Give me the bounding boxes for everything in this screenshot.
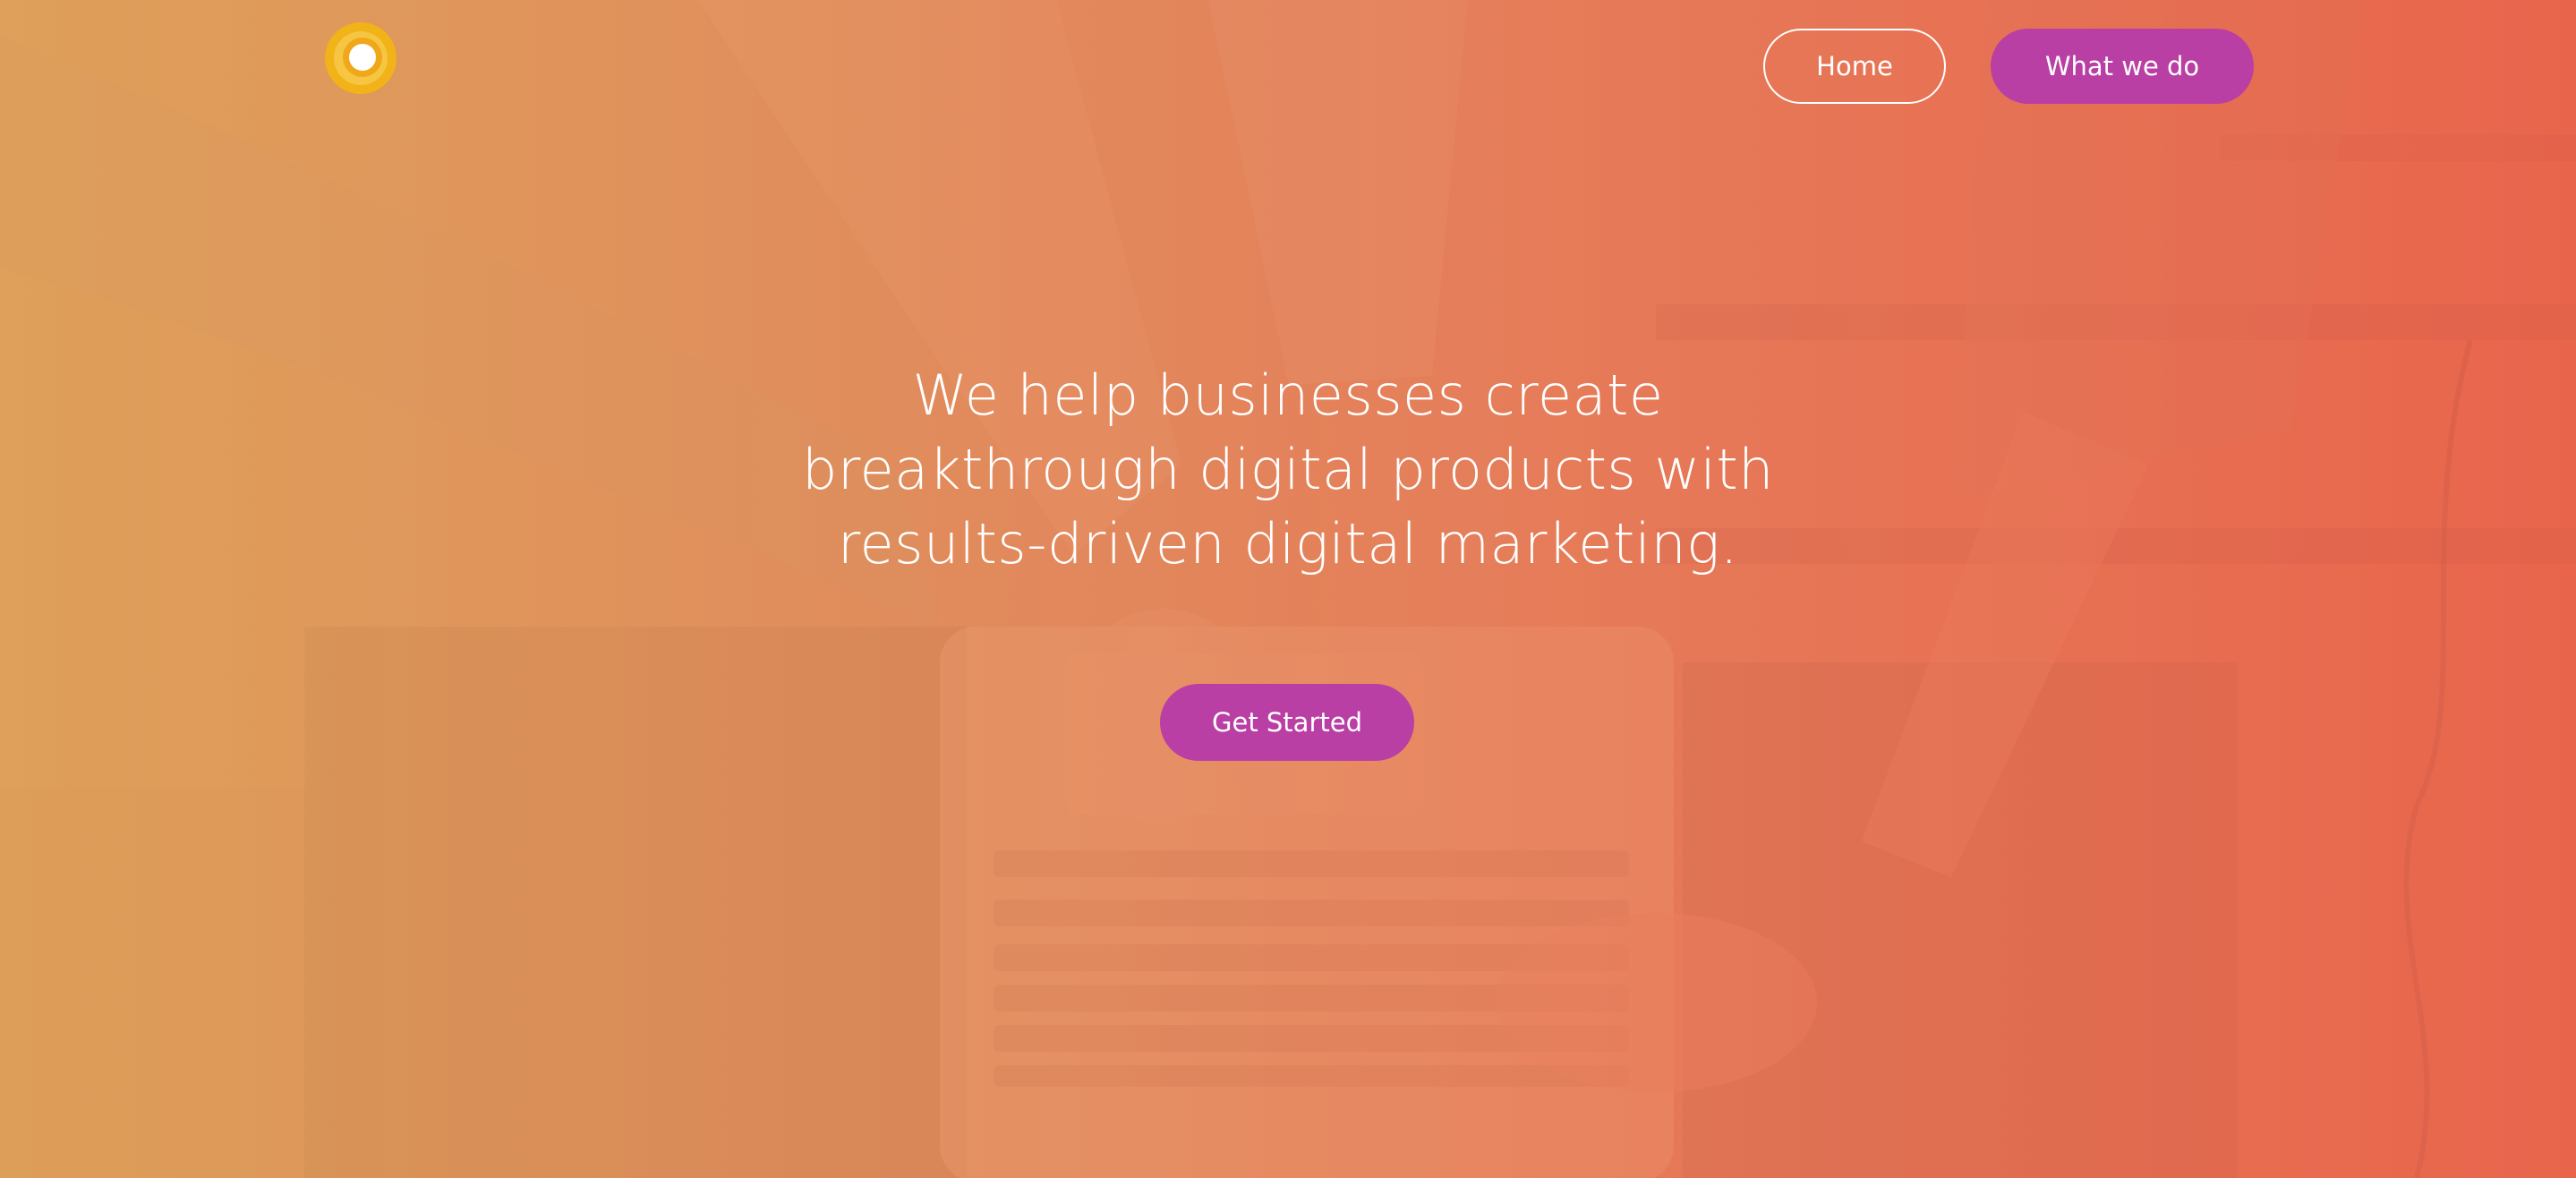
get-started-button[interactable]: Get Started — [1160, 684, 1414, 761]
home-nav-button[interactable]: Home — [1763, 29, 1946, 104]
color-overlay — [0, 0, 2576, 1178]
hero-headline: We help businesses create breakthrough d… — [0, 358, 2576, 581]
headline-line-2: breakthrough digital products with — [802, 437, 1774, 502]
what-we-do-nav-button[interactable]: What we do — [1991, 29, 2254, 104]
top-nav: Home What we do — [1763, 29, 2254, 104]
sun-ring-logo-icon[interactable] — [324, 21, 397, 95]
hero-section: Home What we do We help businesses creat… — [0, 0, 2576, 1178]
headline-line-3: results-driven digital marketing. — [837, 511, 1739, 576]
headline-line-1: We help businesses create — [912, 363, 1664, 428]
